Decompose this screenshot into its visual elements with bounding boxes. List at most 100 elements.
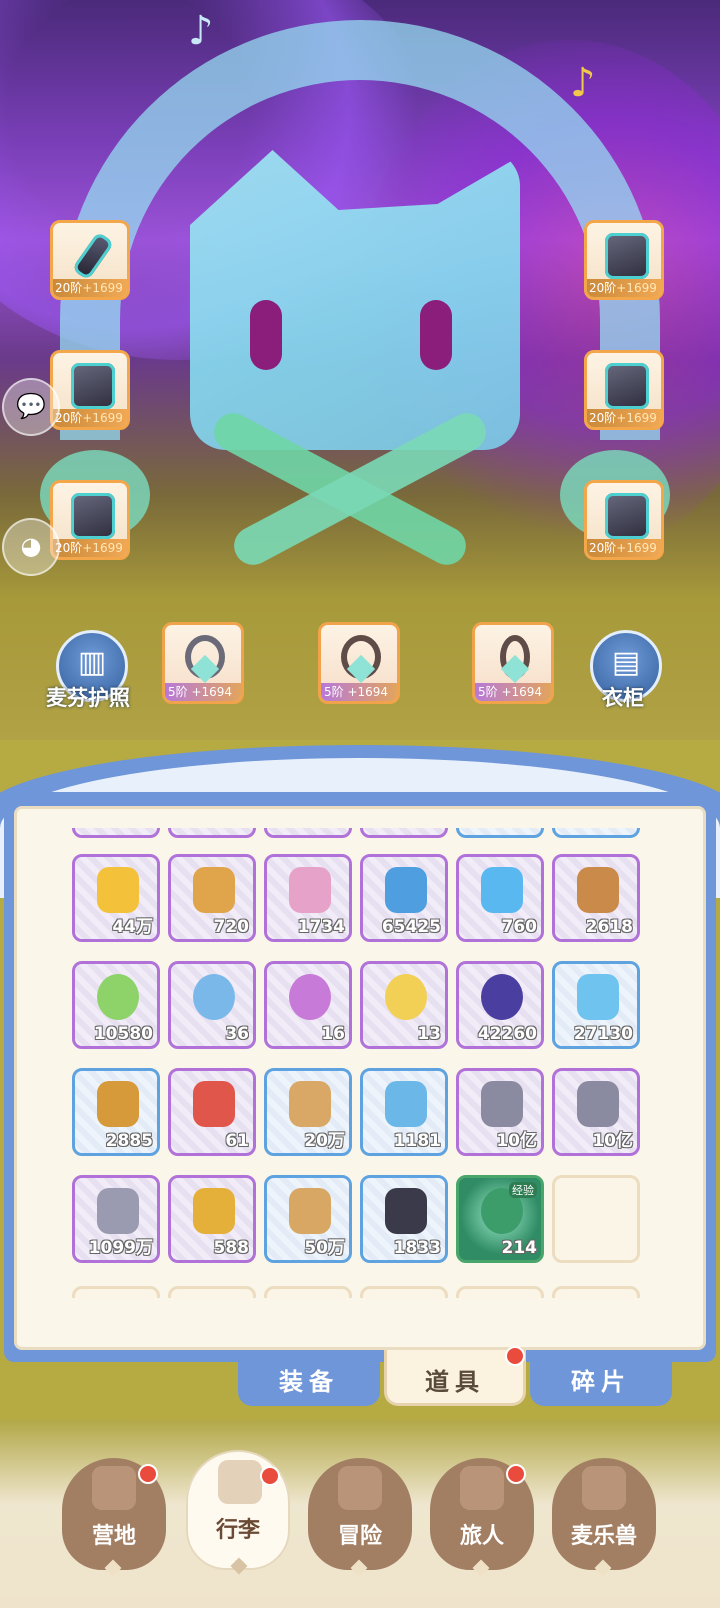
- item-count: 2885: [105, 1131, 153, 1151]
- inventory-slot[interactable]: 经验 214: [456, 1175, 544, 1263]
- luggage-icon: [218, 1460, 262, 1504]
- pet-shortcut-button[interactable]: ◕: [2, 518, 60, 576]
- blue-flower-icon: [193, 974, 235, 1020]
- accessory-level-tag: 5阶 +1694: [165, 683, 241, 701]
- item-count: 50万: [304, 1238, 345, 1258]
- traveler-head-icon: [460, 1466, 504, 1510]
- nav-adventure[interactable]: 冒险: [308, 1458, 412, 1577]
- inventory-slot[interactable]: 27130: [552, 961, 640, 1049]
- music-note-icon: ♪: [188, 8, 214, 54]
- equip-slot-armor[interactable]: 20阶+1699: [50, 350, 130, 430]
- crossed-swords-icon: [338, 1466, 382, 1510]
- nav-luggage[interactable]: 行李: [186, 1450, 290, 1575]
- inventory-slot[interactable]: 42260: [456, 961, 544, 1049]
- item-count: 1181: [393, 1131, 441, 1151]
- inventory-grid[interactable]: 44万 720 1734 65425 760 2618 10580 36 16 13 42260 27…: [20, 828, 700, 1298]
- tab-items[interactable]: 道具: [384, 1346, 526, 1406]
- item-count: 16: [321, 1024, 345, 1044]
- accessory-slot-pendant[interactable]: 5阶 +1694: [472, 622, 554, 704]
- plus-text: +1699: [616, 411, 657, 425]
- blue-gem-icon: [577, 974, 619, 1020]
- inventory-slot[interactable]: 10580: [72, 961, 160, 1049]
- item-count: 1099万: [88, 1238, 153, 1258]
- notification-dot: [506, 1464, 526, 1484]
- inventory-slot[interactable]: [552, 1286, 640, 1298]
- inventory-slot[interactable]: 10亿: [456, 1068, 544, 1156]
- mascot-eye-right: [420, 300, 452, 370]
- nav-pets[interactable]: 麦乐兽: [552, 1458, 656, 1577]
- item-count: 214: [501, 1238, 538, 1258]
- inventory-slot[interactable]: 50万: [264, 1175, 352, 1263]
- item-count: 10亿: [496, 1131, 537, 1151]
- iron-ingot-icon: [97, 1188, 139, 1234]
- item-count: 61: [225, 1131, 249, 1151]
- inventory-slot[interactable]: [456, 1286, 544, 1298]
- equip-level-tag: 20阶+1699: [53, 409, 127, 427]
- tab-fragments[interactable]: 碎片: [530, 1350, 672, 1406]
- inventory-slot[interactable]: 44万: [72, 854, 160, 942]
- helmet-icon: [605, 233, 649, 279]
- blue-crystal-icon: [481, 867, 523, 913]
- equip-level-tag: 20阶+1699: [53, 279, 127, 297]
- inventory-slot[interactable]: [72, 828, 160, 838]
- inventory-slot[interactable]: [456, 828, 544, 838]
- accessory-slot-bracelet[interactable]: 5阶 +1694: [162, 622, 244, 704]
- equip-slot-helmet[interactable]: 20阶+1699: [584, 220, 664, 300]
- inventory-slot[interactable]: 1833: [360, 1175, 448, 1263]
- pet-face-icon: ◕: [20, 532, 42, 560]
- inventory-slot[interactable]: [168, 1286, 256, 1298]
- equip-level-tag: 20阶+1699: [587, 279, 661, 297]
- inventory-slot[interactable]: [552, 1175, 640, 1263]
- item-count: 760: [501, 917, 538, 937]
- tier-text: 20阶: [589, 411, 617, 425]
- tab-equipment[interactable]: 装备: [238, 1350, 380, 1406]
- inventory-slot[interactable]: [264, 1286, 352, 1298]
- equip-slot-pants[interactable]: 20阶+1699: [50, 480, 130, 560]
- tier-text: 5阶: [168, 685, 188, 699]
- mascot-eye-left: [250, 300, 282, 370]
- inventory-slot[interactable]: [360, 1286, 448, 1298]
- card-icon: [193, 1081, 235, 1127]
- accessory-level-tag: 5阶 +1694: [321, 683, 397, 701]
- inventory-slot[interactable]: [552, 828, 640, 838]
- tier-text: 20阶: [589, 541, 617, 555]
- inventory-slot[interactable]: [72, 1286, 160, 1298]
- inventory-slot[interactable]: 10亿: [552, 1068, 640, 1156]
- plus-text: +1699: [82, 411, 123, 425]
- inventory-slot[interactable]: 13: [360, 961, 448, 1049]
- inventory-slot[interactable]: [168, 828, 256, 838]
- nav-travelers[interactable]: 旅人: [430, 1458, 534, 1577]
- inventory-slot[interactable]: 720: [168, 854, 256, 942]
- nav-camp[interactable]: 营地: [62, 1458, 166, 1577]
- star-cookie-icon: [193, 867, 235, 913]
- equip-slot-boots[interactable]: 20阶+1699: [584, 480, 664, 560]
- inventory-slot[interactable]: 2885: [72, 1068, 160, 1156]
- inventory-slot[interactable]: 65425: [360, 854, 448, 942]
- inventory-slot[interactable]: 588: [168, 1175, 256, 1263]
- inventory-slot[interactable]: 1734: [264, 854, 352, 942]
- inventory-slot[interactable]: [264, 828, 352, 838]
- purple-flower-icon: [289, 974, 331, 1020]
- inventory-slot[interactable]: 16: [264, 961, 352, 1049]
- nav-label: 冒险: [337, 1524, 382, 1549]
- inventory-slot[interactable]: 20万: [264, 1068, 352, 1156]
- equip-slot-sword[interactable]: 20阶+1699: [50, 220, 130, 300]
- iron-ingot-icon: [481, 1081, 523, 1127]
- nav-label: 旅人: [459, 1524, 504, 1549]
- inventory-slot[interactable]: 36: [168, 961, 256, 1049]
- inventory-slot[interactable]: 2618: [552, 854, 640, 942]
- equip-level-tag: 20阶+1699: [53, 539, 127, 557]
- inventory-slot[interactable]: 1181: [360, 1068, 448, 1156]
- chat-button[interactable]: 💬: [2, 378, 60, 436]
- paw-bag-icon: [289, 1081, 331, 1127]
- pants-icon: [71, 493, 115, 539]
- equip-slot-gloves[interactable]: 20阶+1699: [584, 350, 664, 430]
- inventory-slot[interactable]: [360, 828, 448, 838]
- inventory-slot[interactable]: 760: [456, 854, 544, 942]
- inventory-slot[interactable]: 61: [168, 1068, 256, 1156]
- item-count: 10580: [93, 1024, 153, 1044]
- accessory-slot-necklace[interactable]: 5阶 +1694: [318, 622, 400, 704]
- plus-text: +1699: [82, 541, 123, 555]
- inventory-slot[interactable]: 1099万: [72, 1175, 160, 1263]
- amber-shard-icon: [97, 1081, 139, 1127]
